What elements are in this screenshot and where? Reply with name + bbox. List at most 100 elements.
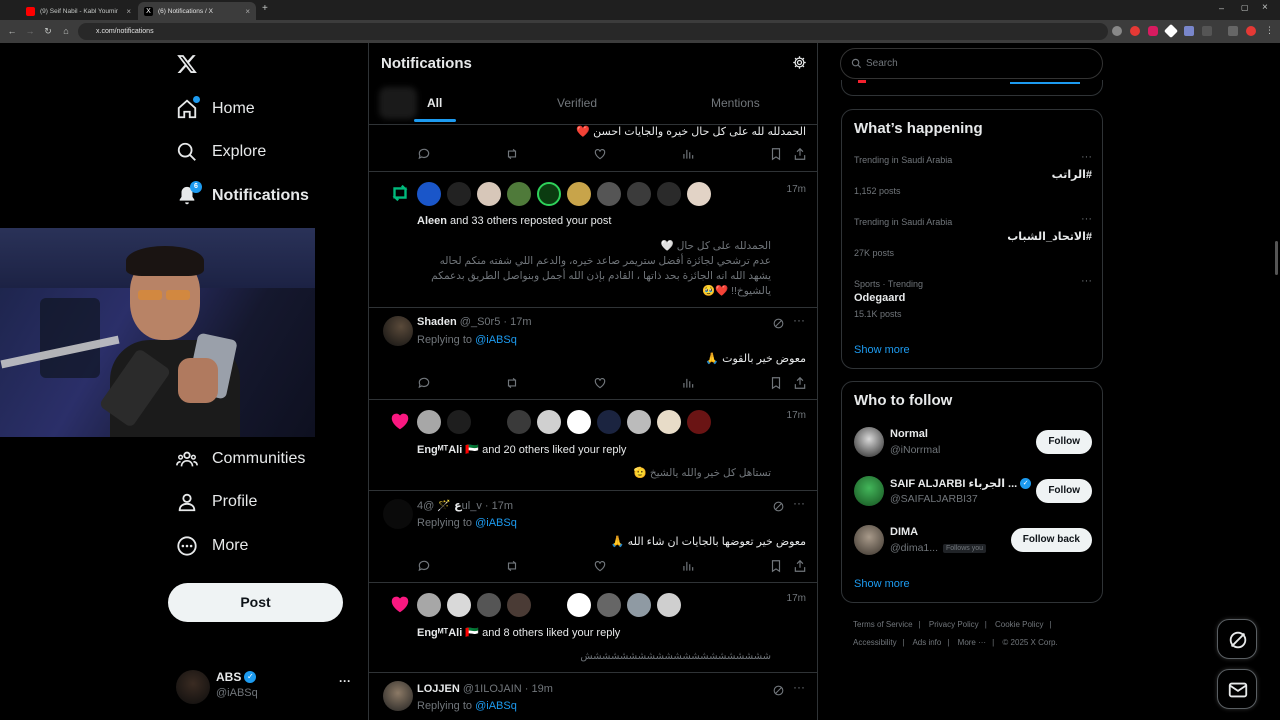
extension-icon[interactable] (1184, 26, 1194, 36)
author-name[interactable]: ع 🪄 (437, 500, 461, 512)
extension-icon[interactable] (1148, 26, 1158, 36)
menu-icon[interactable]: ⋮ (1265, 25, 1274, 36)
follow-suggestion[interactable]: DIMA @dima1... Follows you Follow back (854, 524, 1092, 558)
tab-verified[interactable]: Verified (557, 96, 597, 110)
home-button[interactable]: ⌂ (60, 25, 72, 37)
nav-home[interactable]: Home (176, 95, 255, 123)
more-dots-icon[interactable]: ··· (339, 674, 351, 688)
repost-icon[interactable] (505, 147, 519, 161)
messages-button[interactable] (1217, 669, 1257, 709)
nav-notifications[interactable]: 6 Notifications (176, 181, 309, 210)
actor-name[interactable]: Aleen (417, 215, 447, 227)
actor-name[interactable]: EngᴹᵀAli 🇦🇪 (417, 627, 479, 639)
author-handle[interactable]: @1ILOJAIN (463, 683, 522, 695)
follow-suggestion[interactable]: SAIF ALJARBI الجرباء ... ✓ @SAIFALJARBI3… (854, 475, 1092, 509)
nav-profile[interactable]: Profile (176, 488, 257, 516)
nav-explore[interactable]: Explore (176, 138, 266, 166)
show-more-link[interactable]: Show more (854, 344, 910, 356)
scrollbar-thumb[interactable] (1275, 241, 1278, 275)
reload-button[interactable]: ↻ (42, 25, 54, 37)
grok-button[interactable] (1217, 619, 1257, 659)
list-item[interactable]: 17m EngᴹᵀAli 🇦🇪 and 20 others liked your… (369, 400, 817, 491)
views-icon[interactable] (681, 559, 695, 573)
heart-icon[interactable] (593, 376, 607, 390)
bookmark-icon[interactable] (769, 376, 783, 390)
back-button[interactable]: ← (6, 25, 18, 37)
repost-icon[interactable] (505, 559, 519, 573)
footer-link[interactable]: Terms of Service (853, 620, 913, 629)
browser-tab-youtube[interactable]: (9) Seif Nabil - Kabl Youmin × (20, 2, 137, 20)
nav-communities[interactable]: Communities (176, 445, 305, 473)
gear-icon[interactable] (792, 55, 807, 70)
follow-suggestion[interactable]: Normal @iNorrmal Follow (854, 426, 1092, 460)
grok-icon[interactable] (772, 500, 785, 513)
footer-link[interactable]: Cookie Policy (995, 620, 1043, 629)
trend-item[interactable]: Trending in Saudi Arabia ··· #الراتب 1,1… (854, 151, 1092, 196)
more-dots-icon[interactable]: ··· (1081, 275, 1092, 287)
tab-mentions[interactable]: Mentions (711, 96, 760, 110)
list-item[interactable]: ع 🪄 @4ul_v · 17m ··· Replying to @iABSq … (369, 491, 817, 583)
new-tab-button[interactable]: + (262, 3, 268, 14)
heart-icon[interactable] (593, 559, 607, 573)
more-dots-icon[interactable]: ··· (793, 313, 805, 327)
list-item[interactable]: 17m Aleen and 33 others reposted your po… (369, 172, 817, 308)
nav-more[interactable]: More (176, 532, 248, 560)
extension-icon[interactable] (1112, 26, 1122, 36)
account-switcher[interactable]: ABS ✓ @iABSq ··· (176, 668, 356, 708)
reply-handle[interactable]: @iABSq (475, 517, 517, 529)
reply-icon[interactable] (417, 147, 431, 161)
search-input[interactable]: Search (840, 48, 1103, 79)
address-bar[interactable]: x.com/notifications (78, 23, 1108, 40)
x-logo-icon[interactable] (176, 53, 198, 75)
views-icon[interactable] (681, 376, 695, 390)
reply-handle[interactable]: @iABSq (475, 334, 517, 346)
more-dots-icon[interactable]: ··· (793, 496, 805, 510)
reply-icon[interactable] (417, 559, 431, 573)
trend-item[interactable]: Sports · Trending ··· Odegaard 15.1K pos… (854, 275, 1092, 319)
follow-back-button[interactable]: Follow back (1010, 528, 1092, 552)
more-dots-icon[interactable]: ··· (793, 680, 805, 694)
avatar[interactable] (1246, 26, 1256, 36)
avatar[interactable] (854, 525, 884, 555)
footer-link[interactable]: Accessibility (853, 638, 897, 647)
scrollbar[interactable] (1274, 43, 1280, 720)
avatar[interactable] (854, 476, 884, 506)
list-item[interactable]: Shaden @_S0r5 · 17m ··· Replying to @iAB… (369, 308, 817, 400)
heart-icon[interactable] (593, 147, 607, 161)
bookmark-icon[interactable] (769, 559, 783, 573)
close-icon[interactable]: × (126, 7, 131, 16)
repost-icon[interactable] (505, 376, 519, 390)
extension-icon[interactable] (1163, 23, 1179, 39)
maximize-button[interactable]: ▢ (1241, 3, 1249, 12)
reply-handle[interactable]: @iABSq (475, 700, 517, 712)
avatar[interactable] (383, 316, 413, 346)
views-icon[interactable] (681, 147, 695, 161)
author-name[interactable]: Shaden (417, 316, 457, 328)
puzzle-icon[interactable] (1202, 26, 1212, 36)
list-item[interactable]: LOJJEN @1ILOJAIN · 19m ··· Replying to @… (369, 673, 817, 720)
browser-tab-x[interactable]: X (6) Notifications / X × (138, 2, 256, 20)
follow-button[interactable]: Follow (1036, 430, 1092, 454)
avatar[interactable] (383, 681, 413, 711)
author-handle[interactable]: @_S0r5 (460, 316, 501, 328)
show-more-link[interactable]: Show more (854, 578, 910, 590)
post-button[interactable]: Post (168, 583, 343, 622)
trend-item[interactable]: Trending in Saudi Arabia ··· #الاتحاد_ال… (854, 213, 1092, 258)
forward-button[interactable]: → (24, 25, 36, 37)
list-item[interactable]: الحمدلله لله على كل حال خيره والجايات اح… (369, 125, 817, 172)
list-item[interactable]: 17m EngᴹᵀAli 🇦🇪 and 8 others liked your … (369, 583, 817, 673)
footer-link[interactable]: More ··· (958, 638, 986, 647)
footer-link[interactable]: Ads info (912, 638, 941, 647)
close-window-button[interactable]: × (1262, 2, 1268, 13)
grok-icon[interactable] (772, 684, 785, 697)
share-icon[interactable] (793, 376, 807, 390)
author-name[interactable]: LOJJEN (417, 683, 460, 695)
bookmark-icon[interactable] (769, 147, 783, 161)
follow-button[interactable]: Follow (1036, 479, 1092, 503)
tab-all[interactable]: All (427, 96, 442, 110)
footer-link[interactable]: Privacy Policy (929, 620, 979, 629)
actor-name[interactable]: EngᴹᵀAli 🇦🇪 (417, 444, 479, 456)
extension-icon[interactable] (1130, 26, 1140, 36)
more-dots-icon[interactable]: ··· (1081, 213, 1092, 225)
avatar[interactable] (383, 499, 413, 529)
